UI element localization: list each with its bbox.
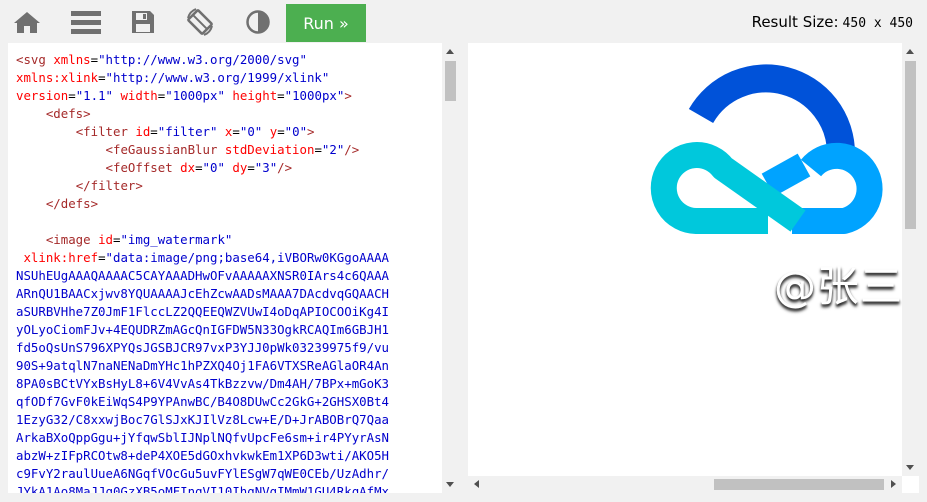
code-line[interactable]: <feOffset dx="0" dy="3"/> xyxy=(16,159,438,177)
code-line[interactable]: <feGaussianBlur stdDeviation="2"/> xyxy=(16,141,438,159)
save-icon xyxy=(132,11,154,33)
result-vscroll-thumb[interactable] xyxy=(905,61,916,229)
save-button[interactable] xyxy=(124,4,162,40)
code-line[interactable] xyxy=(16,213,438,231)
scroll-up-arrow-icon[interactable] xyxy=(446,49,454,54)
code-line[interactable]: qfODf7GvF0kEiWqS4P9YPAnwBC/B4O8DUwCc2GkG… xyxy=(16,393,438,411)
code-line[interactable]: fd5oQsUnS796XPYQsJGSBJCR97vxP3YJJ0pWk032… xyxy=(16,339,438,357)
code-line[interactable]: yOLyoCiomFJv+4EQUDRZmAGcQnIGFDW5N33OgkRC… xyxy=(16,321,438,339)
code-line[interactable]: 90S+9atqlN7naNENaDmYHc1hPZXQ4Oj1FA6VTXSR… xyxy=(16,357,438,375)
result-size-value: 450 x 450 xyxy=(842,16,913,31)
code-line[interactable]: ARnQU1BAACxjwv8YQUAAAAJcEhZcwAADsMAAA7DA… xyxy=(16,285,438,303)
result-horizontal-scrollbar[interactable] xyxy=(468,476,902,493)
scroll-right-arrow-icon[interactable] xyxy=(891,480,896,488)
code-editor[interactable]: <svg xmlns="http://www.w3.org/2000/svg" x… xyxy=(8,43,459,493)
result-panel: @张三 xyxy=(468,43,919,493)
code-line[interactable]: abzW+zIFpRCOtw8+deP4XOE5dGOxhvkwkEm1XP6D… xyxy=(16,447,438,465)
code-line[interactable]: ArkaBXoQppGgu+jYfqwSblIJNplNQfvUpcFe6sm+… xyxy=(16,429,438,447)
code-line[interactable]: <svg xmlns="http://www.w3.org/2000/svg" xyxy=(16,51,438,69)
home-icon xyxy=(14,12,40,33)
code-line[interactable]: <image id="img_watermark" xyxy=(16,231,438,249)
menu-icon xyxy=(71,11,101,34)
code-line[interactable]: </filter> xyxy=(16,177,438,195)
result-hscroll-thumb[interactable] xyxy=(714,479,884,490)
editor-scroll-thumb[interactable] xyxy=(445,61,456,101)
scroll-left-arrow-icon[interactable] xyxy=(474,480,479,488)
home-button[interactable] xyxy=(8,4,46,40)
code-line[interactable]: </defs> xyxy=(16,195,438,213)
code-line[interactable]: NSUhEUgAAAQAAAAC5CAYAAADHwOFvAAAAAXNSR0I… xyxy=(16,267,438,285)
contrast-icon xyxy=(246,10,270,34)
menu-button[interactable] xyxy=(67,4,105,40)
result-size: Result Size: 450 x 450 xyxy=(752,13,913,31)
toolbar: Run » Result Size: 450 x 450 xyxy=(0,0,927,44)
rotate-layout-icon xyxy=(187,8,213,36)
code-line[interactable]: <defs> xyxy=(16,105,438,123)
rotate-layout-button[interactable] xyxy=(181,4,219,40)
result-vertical-scrollbar[interactable] xyxy=(902,43,919,476)
code-line[interactable]: xmlns:xlink="http://www.w3.org/1999/xlin… xyxy=(16,69,438,87)
cloud-logo-icon xyxy=(650,64,883,234)
code-line[interactable]: aSURBVHhe7Z0JmF1FlccLZ2QQEEQWZVUwI4oDqAP… xyxy=(16,303,438,321)
code-line[interactable]: JYkA1Ao8MaJJq0GzXB5oMFInqVI10IhgNVgIMmW1… xyxy=(16,483,438,493)
run-button[interactable]: Run » xyxy=(286,4,366,42)
code-line[interactable]: <filter id="filter" x="0" y="0"> xyxy=(16,123,438,141)
scroll-down-arrow-icon[interactable] xyxy=(446,482,454,487)
result-scroll-up-arrow-icon[interactable] xyxy=(906,49,914,54)
code-line[interactable]: 8PA0sBCtVYxBsHyL8+6V4VvAs4TkBzzvw/Dm4AH/… xyxy=(16,375,438,393)
result-scroll-down-arrow-icon[interactable] xyxy=(906,465,914,470)
code-line[interactable]: version="1.1" width="1000px" height="100… xyxy=(16,87,438,105)
code-line[interactable]: c9FvY2raulUueA6NGqfVOcGu5uvFYlESgW7qWE0C… xyxy=(16,465,438,483)
result-size-label: Result Size: xyxy=(751,13,839,31)
editor-vertical-scrollbar[interactable] xyxy=(442,43,459,493)
watermark-text: @张三 xyxy=(774,262,904,311)
code-line[interactable]: 1EzyG32/C8xxwjBoc7GlSJxKJIlVz8Lcw+E/D+Jr… xyxy=(16,411,438,429)
code-text[interactable]: <svg xmlns="http://www.w3.org/2000/svg" x… xyxy=(16,51,438,493)
contrast-button[interactable] xyxy=(239,4,277,40)
code-line[interactable]: xlink:href="data:image/png;base64,iVBORw… xyxy=(16,249,438,267)
